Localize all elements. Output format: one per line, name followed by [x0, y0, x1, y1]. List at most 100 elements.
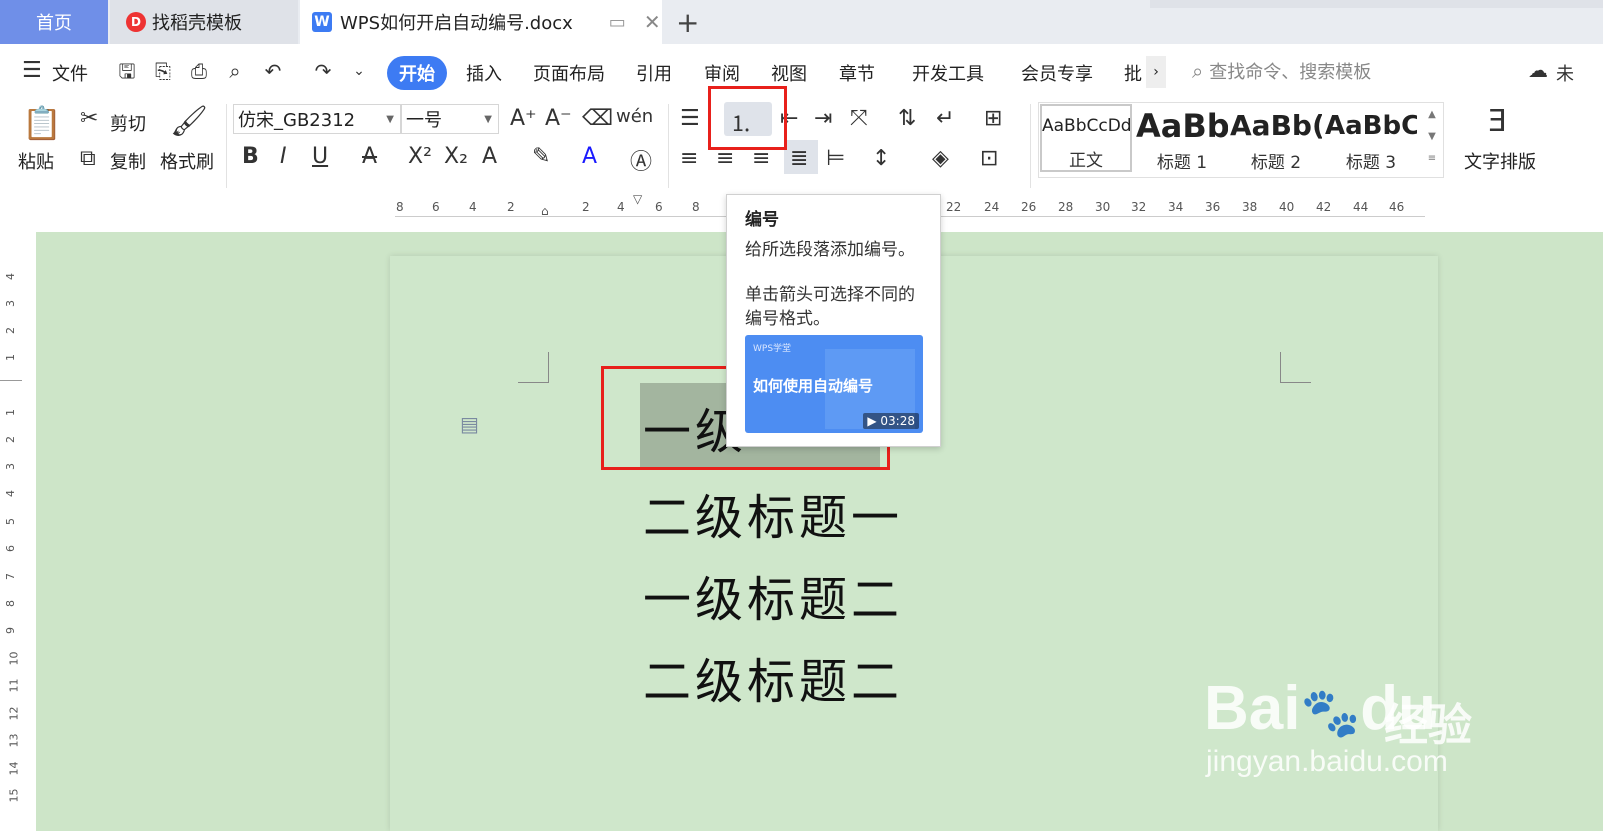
increase-font-icon[interactable]: A⁺ — [510, 106, 537, 131]
underline-icon[interactable]: U — [312, 144, 328, 169]
menu-insert[interactable]: 插入 — [466, 60, 502, 86]
ruler-label: 6 — [655, 200, 663, 214]
chevron-down-icon: ▼ — [386, 113, 394, 125]
decrease-font-icon[interactable]: A⁻ — [545, 106, 572, 131]
video-brand: WPS学堂 — [753, 344, 792, 354]
command-search[interactable]: ⌕ 查找命令、搜索模板 — [1192, 58, 1371, 84]
menu-developer[interactable]: 开发工具 — [912, 60, 984, 86]
hamburger-icon[interactable]: ☰ — [22, 58, 42, 83]
style-normal[interactable]: AaBbCcDd 正文 — [1040, 104, 1132, 172]
format-painter-button[interactable]: 格式刷 — [160, 148, 214, 174]
close-tab-icon[interactable]: ✕ — [644, 10, 661, 34]
paste-icon[interactable]: 📋 — [22, 104, 62, 142]
tab-home-label: 首页 — [36, 13, 72, 34]
text-layout-button[interactable]: 文字排版 — [1464, 148, 1536, 174]
format-painter-icon[interactable]: 🖌 — [170, 104, 208, 139]
italic-icon[interactable]: I — [280, 144, 287, 169]
ruler-label: 24 — [984, 200, 1000, 214]
sort-icon[interactable]: ⇅ — [898, 106, 916, 131]
pinyin-guide-icon[interactable]: wén — [616, 106, 653, 127]
font-name-select[interactable]: 仿宋_GB2312 ▼ — [233, 104, 401, 134]
ruler-label: 3 — [4, 463, 17, 470]
menu-file[interactable]: 文件 — [52, 60, 88, 86]
menu-page-layout[interactable]: 页面布局 — [533, 60, 605, 86]
text-effect-icon[interactable]: A — [482, 144, 497, 169]
character-border-icon[interactable]: Ⓐ — [630, 144, 652, 176]
save-icon[interactable]: 🖫 — [114, 58, 140, 84]
user-status-label[interactable]: 未 — [1556, 60, 1574, 86]
font-name-value: 仿宋_GB2312 — [238, 110, 356, 131]
copy-button[interactable]: 复制 — [110, 148, 146, 174]
style-heading-1[interactable]: AaBb 标题 1 — [1136, 104, 1228, 173]
justify-icon[interactable]: ≣ — [790, 146, 808, 171]
menu-comment[interactable]: 批 — [1124, 60, 1142, 86]
numbering-highlight-box — [708, 86, 787, 150]
paragraph-handle-icon[interactable]: ▤ — [460, 412, 479, 436]
text-layout-icon[interactable]: Ǝ — [1488, 104, 1507, 139]
ruler-label: 13 — [7, 733, 21, 748]
menu-start[interactable]: 开始 — [387, 56, 447, 90]
clear-format-icon[interactable]: ⌫ — [582, 106, 613, 131]
print-icon[interactable]: ⎙ — [186, 58, 212, 84]
print-preview-icon[interactable]: ⌕ — [222, 58, 248, 84]
ruler-label: 7 — [4, 573, 17, 580]
menu-section[interactable]: 章节 — [839, 60, 875, 86]
ruler-label: 4 — [4, 490, 17, 497]
align-left-icon[interactable]: ≡ — [680, 146, 698, 171]
heading-line-2[interactable]: 二级标题一 — [643, 478, 903, 548]
style-preview: AaBbCcDd — [1042, 116, 1132, 136]
subscript-icon[interactable]: X₂ — [444, 144, 468, 169]
menu-scroll-right-icon[interactable]: › — [1146, 56, 1166, 88]
distributed-icon[interactable]: ⊨ — [826, 146, 845, 171]
search-icon: ⌕ — [1192, 59, 1204, 83]
cut-icon[interactable]: ✂ — [80, 106, 98, 131]
highlight-icon[interactable]: ✎ — [532, 144, 550, 169]
superscript-icon[interactable]: X² — [408, 144, 432, 169]
export-pdf-icon[interactable]: ⎘ — [150, 58, 176, 84]
font-color-icon[interactable]: A — [582, 144, 597, 169]
tab-home[interactable]: 首页 — [0, 0, 108, 44]
chinese-layout-icon[interactable]: ⤧ — [850, 106, 868, 131]
borders-icon[interactable]: ⊡ — [980, 146, 998, 171]
bold-icon[interactable]: B — [242, 144, 259, 169]
menu-membership[interactable]: 会员专享 — [1021, 60, 1093, 86]
first-line-indent-icon[interactable]: ▽ — [633, 192, 642, 206]
style-heading-3[interactable]: AaBbC 标题 3 — [1325, 104, 1417, 173]
cut-button[interactable]: 剪切 — [110, 110, 146, 136]
bullet-list-icon[interactable]: ☰ — [680, 106, 700, 131]
style-heading-2[interactable]: AaBb( 标题 2 — [1230, 104, 1322, 173]
style-preview: AaBbC — [1325, 111, 1417, 141]
ruler-label: 46 — [1389, 200, 1405, 214]
copy-icon[interactable]: ⧉ — [80, 146, 96, 171]
watermark-url: jingyan.baidu.com — [1206, 745, 1448, 778]
line-spacing-icon[interactable]: ↕ — [872, 146, 890, 171]
shading-icon[interactable]: ◈ — [932, 146, 949, 171]
style-scroll-icon[interactable]: ▲ ▼ ≡ — [1424, 104, 1440, 174]
menu-view[interactable]: 视图 — [771, 60, 807, 86]
heading-line-4[interactable]: 二级标题二 — [643, 642, 903, 712]
increase-indent-icon[interactable]: ⇥ — [814, 106, 832, 131]
ribbon-divider — [226, 104, 227, 188]
ruler-label: 38 — [1242, 200, 1258, 214]
ruler-label: 12 — [7, 706, 21, 721]
monitor-icon[interactable]: ▭ — [609, 12, 626, 33]
font-size-select[interactable]: 一号 ▼ — [401, 104, 499, 134]
show-marks-icon[interactable]: ↵ — [936, 106, 954, 131]
tutorial-video-thumbnail[interactable]: WPS学堂 如何使用自动编号 ▶ 03:28 — [745, 335, 923, 433]
tab-template[interactable]: D 找稻壳模板 — [110, 0, 298, 44]
undo-icon[interactable]: ↶ — [260, 58, 286, 84]
menu-references[interactable]: 引用 — [636, 60, 672, 86]
strikethrough-icon[interactable]: A — [362, 144, 377, 169]
indent-marker-icon[interactable]: ⌂ — [541, 204, 549, 218]
paste-button[interactable]: 粘贴 — [18, 148, 54, 174]
tooltip-title: 编号 — [745, 210, 779, 230]
ruler-label: 4 — [469, 200, 477, 214]
new-tab-button[interactable]: + — [676, 6, 699, 39]
heading-line-3[interactable]: 一级标题二 — [643, 560, 903, 630]
tab-stops-icon[interactable]: ⊞ — [984, 106, 1002, 131]
cloud-icon[interactable]: ☁ — [1528, 58, 1548, 82]
quick-access-dropdown-icon[interactable]: ⌄ — [346, 58, 372, 84]
menu-review[interactable]: 审阅 — [704, 60, 740, 86]
tab-document[interactable]: W WPS如何开启自动编号.docx ▭ ✕ — [300, 0, 662, 44]
redo-icon[interactable]: ↷ — [310, 58, 336, 84]
